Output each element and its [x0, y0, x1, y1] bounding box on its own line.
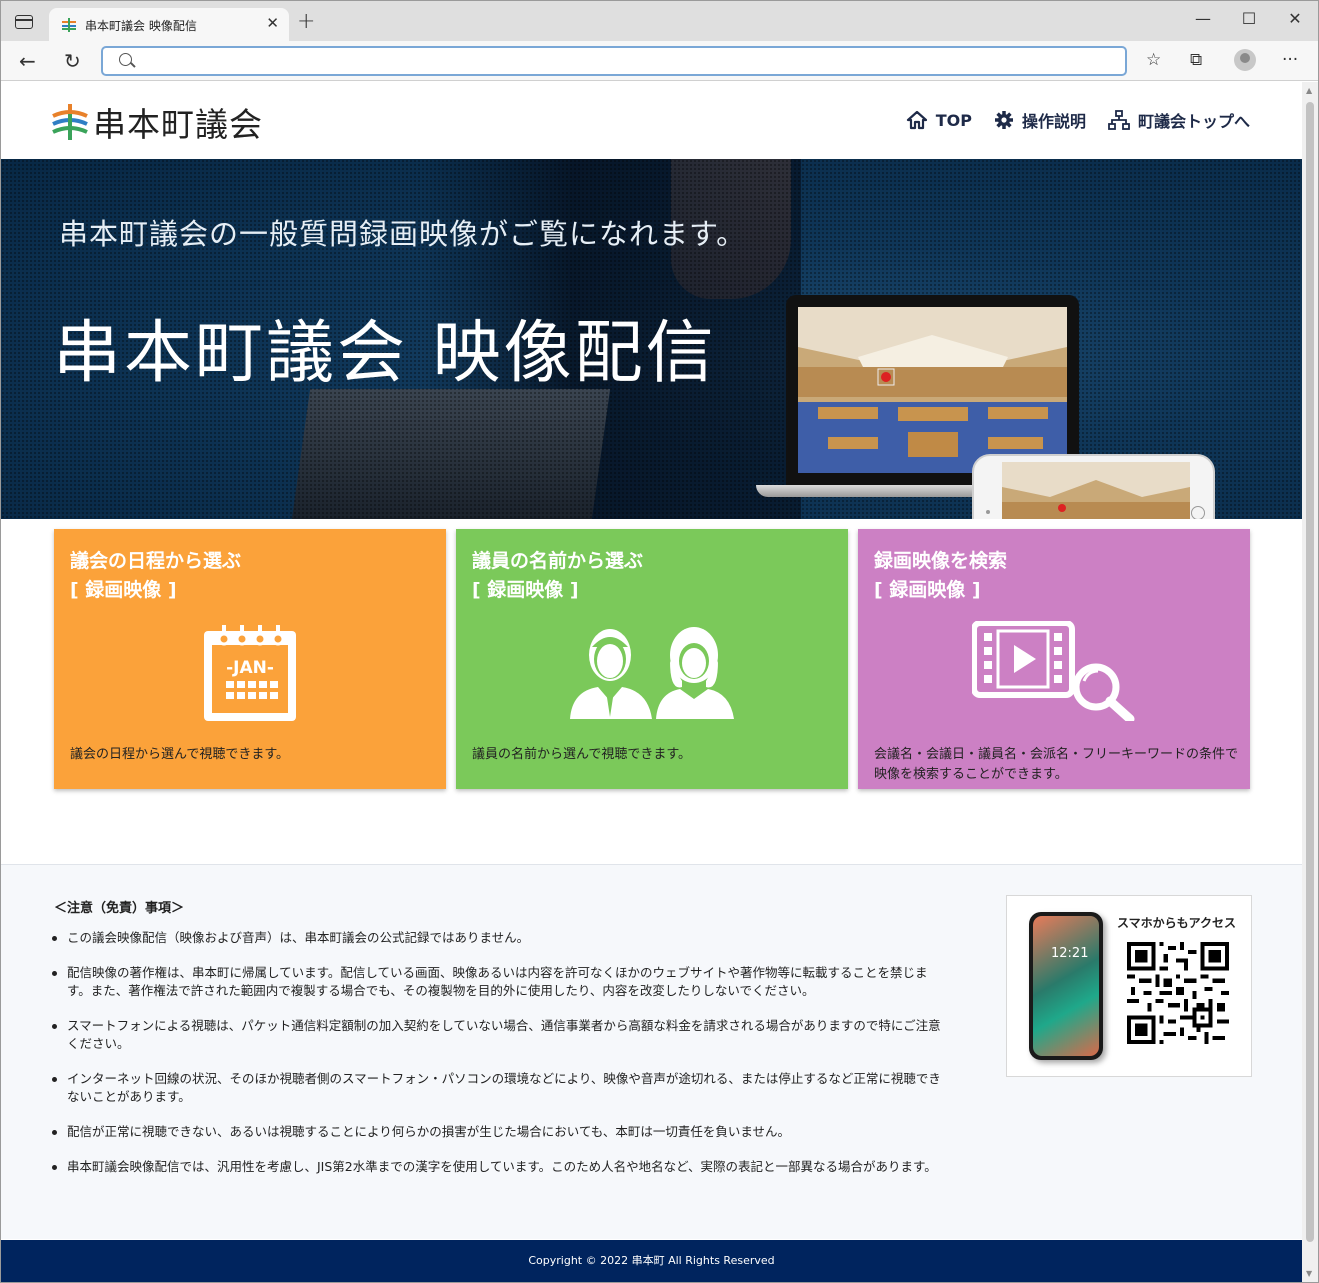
- page-scrollbar[interactable]: ▲ ▼: [1302, 82, 1318, 1282]
- phone-home-button: [1191, 506, 1205, 519]
- tab-bar: 串本町議会 映像配信 ✕ + — ☐ ✕: [1, 1, 1318, 41]
- browser-tab[interactable]: 串本町議会 映像配信 ✕: [49, 8, 289, 41]
- notice-heading: ＜注意（免責）事項＞: [54, 901, 185, 916]
- qr-phone-image: 12:21: [1029, 912, 1103, 1060]
- card-schedule-desc: 議会の日程から選んで視聴できます。: [70, 747, 290, 762]
- notice-item: 串本町議会映像配信では、汎用性を考慮し、JIS第2水準までの漢字を使用しています…: [52, 1158, 951, 1176]
- logo-mark-icon: [52, 104, 88, 140]
- maximize-button[interactable]: ☐: [1226, 9, 1272, 28]
- site-footer: Copyright © 2022 串本町 All Rights Reserved: [1, 1240, 1302, 1282]
- card-members[interactable]: 議員の名前から選ぶ [ 録画映像 ] 議員の名前から選んで視聴できます。: [456, 529, 848, 789]
- search-icon: [119, 53, 132, 66]
- favicon-icon: [62, 18, 76, 32]
- people-icon: [570, 627, 734, 719]
- profile-avatar[interactable]: [1234, 49, 1256, 71]
- council-chamber-image: [798, 307, 1067, 473]
- card-members-title-line2: [ 録画映像 ]: [472, 579, 579, 601]
- tab-actions-icon[interactable]: [15, 15, 33, 29]
- logo-text: 串本町議会: [93, 105, 263, 144]
- minimize-button[interactable]: —: [1180, 9, 1226, 28]
- qr-code-image[interactable]: [1127, 942, 1229, 1044]
- card-schedule[interactable]: 議会の日程から選ぶ [ 録画映像 ] -JAN- 議会の日程から選んで視聴できま…: [54, 529, 446, 789]
- calendar-month-label: -JAN-: [226, 658, 274, 678]
- notice-item: 配信映像の著作権は、串本町に帰属しています。配信している画面、映像あるいは内容を…: [52, 964, 951, 1000]
- hero-subtitle: 串本町議会の一般質問録画映像がご覧になれます。: [59, 217, 747, 251]
- site-header: 串本町議会 TOP 操作説明 町議会トップへ: [1, 82, 1302, 159]
- tab-title: 串本町議会 映像配信: [85, 19, 197, 33]
- page-viewport: 串本町議会 TOP 操作説明 町議会トップへ 串本町議会の一般質問録画映像がご覧…: [1, 82, 1302, 1282]
- gear-icon: [994, 111, 1013, 129]
- hero-title: 串本町議会 映像配信: [53, 314, 717, 393]
- tab-close-icon[interactable]: ✕: [266, 14, 279, 32]
- phone-speaker: [986, 510, 990, 514]
- sitemap-icon: [1108, 110, 1130, 130]
- browser-toolbar: ← ↻ ☆ ⧉ ···: [1, 41, 1318, 81]
- more-menu-icon[interactable]: ···: [1282, 50, 1298, 70]
- site-logo[interactable]: 串本町議会: [51, 98, 263, 146]
- home-icon: [906, 110, 927, 130]
- card-search-desc: 会議名・会議日・議員名・会派名・フリーキーワードの条件で映像を検索することができ…: [874, 747, 1239, 782]
- nav-top[interactable]: TOP: [906, 108, 972, 132]
- notice-item: 配信が正常に視聴できない、あるいは視聴することにより何らかの損害が生じた場合にお…: [52, 1123, 951, 1141]
- card-search-title-line2: [ 録画映像 ]: [874, 579, 981, 601]
- nav-instructions[interactable]: 操作説明: [994, 108, 1086, 132]
- notice-item: スマートフォンによる視聴は、パケット通信料定額制の加入契約をしていない場合、通信…: [52, 1017, 951, 1053]
- nav-instructions-label: 操作説明: [1021, 112, 1086, 131]
- video-search-icon: [972, 621, 1135, 721]
- scroll-up-icon[interactable]: ▲: [1306, 86, 1312, 95]
- new-tab-button[interactable]: +: [297, 9, 315, 34]
- card-search[interactable]: 録画映像を検索 [ 録画映像 ] 会議名・会議日・議員名・会派名・フリーキーワー…: [858, 529, 1250, 789]
- smartphone-image: [972, 454, 1215, 519]
- phone-wallpaper: 12:21: [1033, 916, 1099, 1056]
- nav-top-label: TOP: [935, 110, 972, 130]
- qr-access-box: 12:21 スマホからもアクセス: [1006, 895, 1252, 1077]
- notice-section: ＜注意（免責）事項＞ この議会映像配信（映像および音声）は、串本町議会の公式記録…: [1, 864, 1302, 1239]
- back-button[interactable]: ←: [19, 49, 36, 73]
- nav-council-top[interactable]: 町議会トップへ: [1108, 108, 1250, 132]
- scroll-thumb[interactable]: [1306, 102, 1314, 1242]
- calendar-icon: -JAN-: [204, 625, 296, 721]
- collections-icon[interactable]: ⧉: [1190, 50, 1202, 70]
- close-button[interactable]: ✕: [1272, 9, 1318, 28]
- hero-banner: 串本町議会の一般質問録画映像がご覧になれます。 串本町議会 映像配信: [1, 159, 1302, 519]
- nav-council-top-label: 町議会トップへ: [1137, 112, 1250, 131]
- phone-chamber-image: [1002, 462, 1190, 519]
- scroll-down-icon[interactable]: ▼: [1306, 1269, 1312, 1278]
- notice-item: この議会映像配信（映像および音声）は、串本町議会の公式記録ではありません。: [52, 929, 951, 947]
- card-members-title-line1: 議員の名前から選ぶ: [472, 550, 644, 572]
- card-schedule-title-line1: 議会の日程から選ぶ: [70, 550, 242, 572]
- favorites-icon[interactable]: ☆: [1146, 50, 1161, 70]
- notice-item: インターネット回線の状況、そのほか視聴者側のスマートフォン・パソコンの環境などに…: [52, 1070, 951, 1106]
- notice-list: この議会映像配信（映像および音声）は、串本町議会の公式記録ではありません。 配信…: [52, 929, 951, 1193]
- menu-cards: 議会の日程から選ぶ [ 録画映像 ] -JAN- 議会の日程から選んで視聴できま…: [54, 529, 1250, 789]
- card-schedule-title: 議会の日程から選ぶ [ 録画映像 ]: [70, 547, 241, 605]
- browser-window: 串本町議会 映像配信 ✕ + — ☐ ✕ ← ↻ ☆ ⧉ ··· 串本町議会 T…: [0, 0, 1319, 1283]
- header-nav: TOP 操作説明 町議会トップへ: [906, 108, 1250, 132]
- qr-label: スマホからもアクセス: [1117, 916, 1237, 930]
- card-members-desc: 議員の名前から選んで視聴できます。: [472, 747, 692, 762]
- phone-time: 12:21: [1051, 946, 1089, 961]
- card-members-title: 議員の名前から選ぶ [ 録画映像 ]: [472, 547, 643, 605]
- copyright-text: Copyright © 2022 串本町 All Rights Reserved: [528, 1254, 775, 1267]
- reload-button[interactable]: ↻: [64, 49, 81, 73]
- card-search-title-line1: 録画映像を検索: [874, 550, 1008, 572]
- card-search-title: 録画映像を検索 [ 録画映像 ]: [874, 547, 1007, 605]
- address-bar[interactable]: [101, 46, 1127, 76]
- card-schedule-title-line2: [ 録画映像 ]: [70, 579, 177, 601]
